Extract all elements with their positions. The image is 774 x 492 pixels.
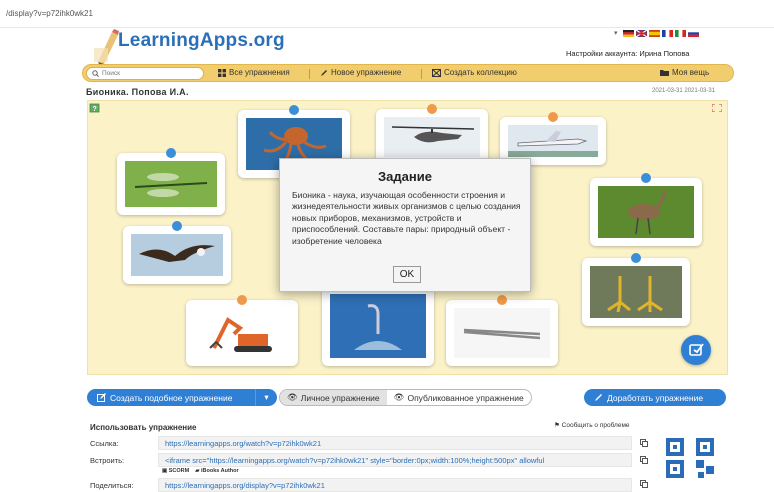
link-label: Ссылка: [90,439,119,448]
chevron-down-icon[interactable]: ▾ [614,29,618,37]
search-box[interactable] [86,67,204,80]
nav-create-collection[interactable]: Создать коллекцию [432,68,517,77]
pin [497,295,507,305]
create-similar-label: Создать подобное упражнение [110,392,233,403]
pencil-icon [321,69,327,76]
pin [289,105,299,115]
flag-en-icon[interactable] [635,29,647,37]
eye-icon: 👁 [393,392,405,402]
eagle-image [131,234,223,276]
pin [641,173,651,183]
export-links: ▣ SCORM ▰ iBooks Author [162,468,239,474]
flag-ru-icon[interactable] [687,29,699,37]
card-excavator[interactable] [186,295,298,366]
report-label: Сообщить о проблеме [561,422,630,429]
dialog-title: Задание [378,169,432,184]
svg-text:?: ? [93,106,97,113]
report-problem-link[interactable]: ⚑ Сообщить о проблеме [554,421,630,429]
flag-icon: ⚑ [554,422,562,429]
pin [548,112,558,122]
card-tweezers[interactable] [446,295,558,366]
qr-code-image[interactable] [663,436,717,480]
edit-icon [97,393,106,402]
bird-feet-image [590,266,682,318]
flag-it-icon[interactable] [674,29,686,37]
ok-button[interactable]: OK [393,266,421,283]
search-input[interactable] [102,70,192,77]
share-label: Поделиться: [90,481,134,490]
url-text: /display?v=p72ihk0wk21 [6,9,93,18]
ibooks-link[interactable]: ▰ iBooks Author [195,468,238,474]
improve-label: Доработать упражнение [607,392,704,403]
main-navbar: Все упражнения Новое упражнение Создать … [82,64,734,82]
published-label: Опубликованное упражнение [407,392,524,403]
check-button[interactable] [681,335,711,365]
published-option[interactable]: 👁 Опубликованное упражнение [387,390,531,405]
pin [166,148,176,158]
site-logo[interactable]: LearningApps.org [118,30,285,52]
tweezers-image [454,308,550,358]
scorm-label: SCORM [168,468,190,474]
eye-slash-icon: 👁 [287,392,298,402]
grid-icon [218,68,226,77]
folder-icon [660,70,669,76]
nav-item-label: Создать коллекцию [444,68,517,77]
heron-image [598,186,694,238]
embed-field[interactable]: <iframe src="https://learningapps.org/wa… [158,453,632,467]
task-dialog: Задание Бионика - наука, изучающая особе… [279,158,531,292]
account-settings-link[interactable]: Настройки аккаунта: Ирина Попова [566,49,689,58]
copy-icon[interactable] [640,439,648,447]
create-similar-button[interactable]: Создать подобное упражнение ▾ [87,389,277,406]
nav-my-stuff[interactable]: Моя вещь [660,68,709,77]
nav-new-exercise[interactable]: Новое упражнение [320,68,401,77]
card-helicopter[interactable] [376,104,488,165]
nav-item-label: Все упражнения [229,68,290,77]
scorm-link[interactable]: ▣ SCORM [162,468,189,474]
nav-all-exercises[interactable]: Все упражнения [218,68,290,77]
card-dragonfly[interactable] [117,148,225,215]
card-bird-feet[interactable] [582,253,690,326]
link-field[interactable]: https://learningapps.org/watch?v=p72ihk0… [158,436,632,450]
pin [237,295,247,305]
private-label: Личное упражнение [300,392,380,403]
language-selector[interactable]: ▾ [614,28,699,38]
flag-de-icon[interactable] [622,29,634,37]
helicopter-image [384,117,480,157]
edit-check-icon [689,343,704,356]
copy-icon[interactable] [640,480,648,488]
nav-item-label: Новое упражнение [331,68,402,77]
pin [631,253,641,263]
improve-exercise-button[interactable]: Доработать упражнение [584,389,726,406]
airplane-image [508,125,598,157]
flag-es-icon[interactable] [648,29,660,37]
pencil-icon [595,394,602,401]
search-icon [92,70,99,77]
private-option[interactable]: 👁 Личное упражнение [280,390,387,405]
page-title: Бионика. Попова И.А. [86,87,189,97]
visibility-toggle: 👁 Личное упражнение 👁 Опубликованное упраж… [279,389,532,406]
collection-icon [432,68,441,77]
share-field[interactable]: https://learningapps.org/display?v=p72ih… [158,478,632,492]
copy-icon[interactable] [640,456,648,464]
help-icon[interactable]: ? [89,103,101,115]
logo-pencil-icon [94,29,119,64]
card-heron[interactable] [590,173,702,246]
excavator-image [194,308,290,358]
dragonfly-image [125,161,217,207]
card-suction-cup[interactable] [322,281,434,366]
card-eagle[interactable] [123,221,231,284]
pin [427,104,437,114]
suction-cup-image [330,294,426,358]
embed-label: Встроить: [90,456,125,465]
nav-item-label: Моя вещь [672,68,710,77]
browser-url-bar[interactable]: /display?v=p72ihk0wk21 [0,0,774,28]
date-stamp: 2021-03-31 2021-03-31 [652,88,716,94]
chevron-down-icon[interactable]: ▾ [255,389,277,406]
ibooks-label: iBooks Author [200,468,239,474]
usage-title: Использовать упражнение [90,423,197,432]
pin [172,221,182,231]
fullscreen-icon[interactable] [712,104,722,112]
dialog-text: Бионика - наука, изучающая особенности с… [292,190,521,246]
flag-fr-icon[interactable] [661,29,673,37]
